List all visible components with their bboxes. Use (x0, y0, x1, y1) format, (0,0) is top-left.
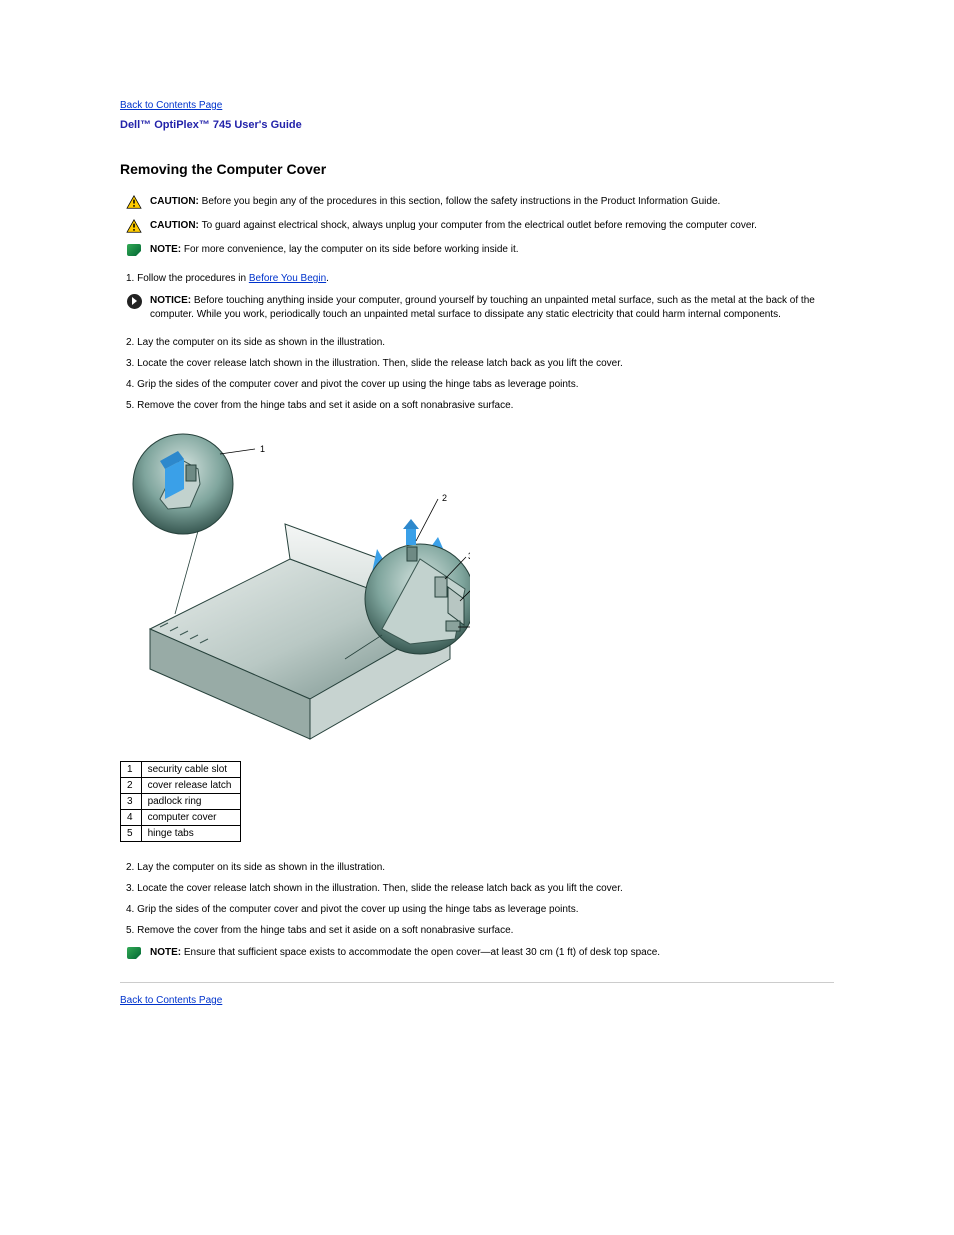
step-3: 3. Locate the cover release latch shown … (120, 358, 834, 369)
note-2-body: Ensure that sufficient space exists to a… (184, 947, 660, 958)
svg-text:1: 1 (260, 444, 265, 454)
caution-1: CAUTION: Before you begin any of the pro… (120, 195, 834, 209)
svg-text:2: 2 (442, 493, 447, 503)
part-num: 3 (121, 794, 142, 810)
note-icon (126, 243, 142, 257)
step-5b: 5. Remove the cover from the hinge tabs … (120, 925, 834, 936)
note-1: NOTE: For more convenience, lay the comp… (120, 243, 834, 257)
notice-1-label: NOTICE: (150, 295, 194, 306)
table-row: 1 security cable slot (121, 762, 241, 778)
caution-2: CAUTION: To guard against electrical sho… (120, 219, 834, 233)
step-4: 4. Grip the sides of the computer cover … (120, 379, 834, 390)
caution-1-body: Before you begin any of the procedures i… (202, 196, 721, 207)
table-row: 3 padlock ring (121, 794, 241, 810)
note-2-text: NOTE: Ensure that sufficient space exist… (150, 946, 834, 960)
step-1: 1. Follow the procedures in Before You B… (120, 273, 834, 284)
step-3b: 3. Locate the cover release latch shown … (120, 883, 834, 894)
cover-removal-figure: 1 2 3 4 5 (120, 429, 834, 749)
step-5: 5. Remove the cover from the hinge tabs … (120, 400, 834, 411)
document-title: Dell™ OptiPlex™ 745 User's Guide (120, 119, 834, 131)
caution-2-label: CAUTION: (150, 220, 202, 231)
caution-1-text: CAUTION: Before you begin any of the pro… (150, 195, 834, 209)
step-2: 2. Lay the computer on its side as shown… (120, 337, 834, 348)
note-2: NOTE: Ensure that sufficient space exist… (120, 946, 834, 960)
note-1-body: For more convenience, lay the computer o… (184, 244, 519, 255)
part-label: computer cover (141, 810, 240, 826)
step-1-after: . (326, 273, 329, 284)
divider (120, 982, 834, 983)
note-icon (126, 946, 142, 960)
step-4b: 4. Grip the sides of the computer cover … (120, 904, 834, 915)
part-label: security cable slot (141, 762, 240, 778)
caution-2-text: CAUTION: To guard against electrical sho… (150, 219, 834, 233)
before-you-begin-link[interactable]: Before You Begin (249, 273, 326, 284)
caution-icon (126, 219, 142, 233)
svg-text:3: 3 (468, 551, 470, 561)
caution-2-body: To guard against electrical shock, alway… (202, 220, 757, 231)
part-label: cover release latch (141, 778, 240, 794)
notice-icon (126, 294, 142, 308)
back-to-contents-bottom-link[interactable]: Back to Contents Page (120, 995, 222, 1006)
note-1-text: NOTE: For more convenience, lay the comp… (150, 243, 834, 257)
part-num: 4 (121, 810, 142, 826)
caution-1-label: CAUTION: (150, 196, 202, 207)
part-num: 5 (121, 826, 142, 842)
caution-icon (126, 195, 142, 209)
step-2b: 2. Lay the computer on its side as shown… (120, 862, 834, 873)
notice-1: NOTICE: Before touching anything inside … (120, 294, 834, 321)
part-label: padlock ring (141, 794, 240, 810)
part-label: hinge tabs (141, 826, 240, 842)
part-num: 1 (121, 762, 142, 778)
parts-table: 1 security cable slot 2 cover release la… (120, 761, 241, 842)
note-2-label: NOTE: (150, 947, 184, 958)
table-row: 4 computer cover (121, 810, 241, 826)
notice-1-text: NOTICE: Before touching anything inside … (150, 294, 834, 321)
table-row: 5 hinge tabs (121, 826, 241, 842)
notice-1-body: Before touching anything inside your com… (150, 295, 815, 320)
part-num: 2 (121, 778, 142, 794)
table-row: 2 cover release latch (121, 778, 241, 794)
note-1-label: NOTE: (150, 244, 184, 255)
step-1-text: 1. Follow the procedures in (126, 273, 249, 284)
section-title: Removing the Computer Cover (120, 161, 834, 177)
back-to-contents-top-link[interactable]: Back to Contents Page (120, 100, 222, 111)
